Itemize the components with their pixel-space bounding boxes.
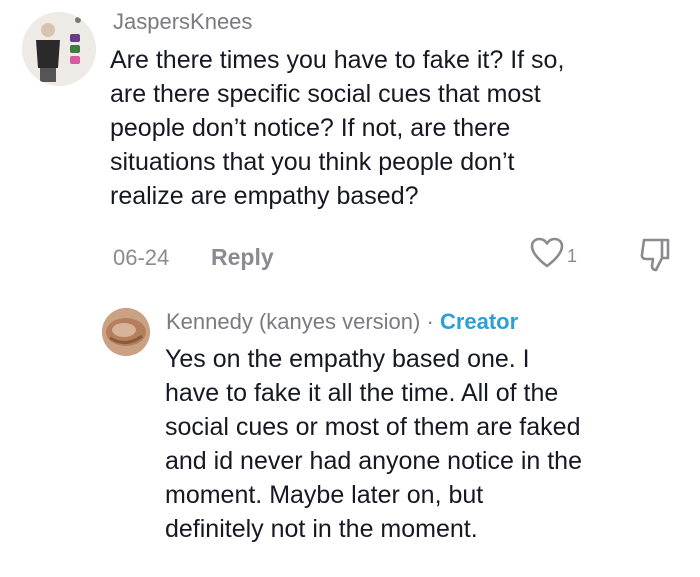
comment-text-line: realize are empathy based?: [110, 182, 419, 210]
comment-text-line: people don’t notice? If not, are there: [110, 114, 511, 142]
avatar[interactable]: [22, 12, 96, 86]
comment-text-line: social cues or most of them are faked: [165, 413, 581, 441]
avatar-photo: [102, 308, 150, 356]
creator-badge: Creator: [439, 309, 519, 334]
comment-text-line: definitely not in the moment.: [165, 515, 478, 543]
comment-username-line: Kennedy (kanyes version) · Creator: [166, 309, 518, 335]
comment-text-line: have to fake it all the time. All of the: [165, 379, 559, 407]
comment-text-line: situations that you think people don’t: [110, 148, 515, 176]
dislike-button[interactable]: [637, 234, 673, 274]
comment-text-line: are there specific social cues that most: [110, 80, 541, 108]
thumbs-down-icon: [640, 238, 670, 272]
comment-text-line: Are there times you have to fake it? If …: [110, 46, 565, 74]
comment-username[interactable]: Kennedy (kanyes version): [166, 309, 420, 334]
separator-dot: ·: [426, 309, 434, 334]
heart-icon: [530, 237, 564, 268]
avatar[interactable]: [102, 308, 150, 356]
comment-text-line: Yes on the empathy based one. I: [165, 345, 530, 373]
reply-button[interactable]: Reply: [211, 244, 274, 271]
comment-kennedy-reply: Kennedy (kanyes version) · Creator Yes o…: [0, 290, 700, 577]
avatar-illustration: [22, 12, 96, 86]
comment-text-line: and id never had anyone notice in the: [165, 447, 582, 475]
comment-username[interactable]: JaspersKnees: [113, 9, 252, 35]
like-button[interactable]: [529, 236, 565, 270]
comment-text: Are there times you have to fake it? If …: [110, 43, 564, 213]
like-count: 1: [567, 246, 578, 266]
comment-jasperskness: JaspersKnees Are there times you have to…: [0, 0, 700, 290]
comment-date: 06-24: [113, 245, 170, 270]
comment-text-line: moment. Maybe later on, but: [165, 481, 484, 509]
comment-text: Yes on the empathy based one. I have to …: [165, 342, 582, 546]
